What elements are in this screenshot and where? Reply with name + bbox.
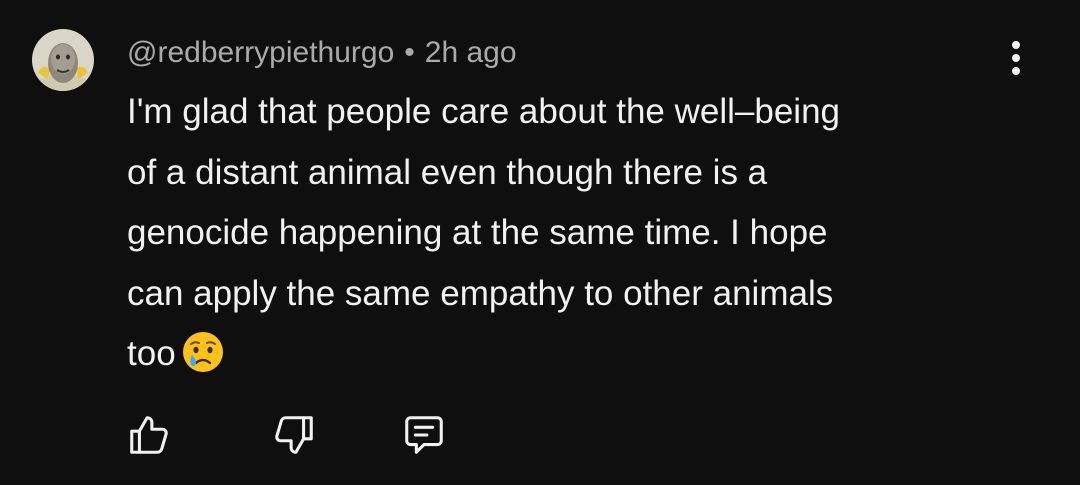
- timestamp: 2h ago: [424, 36, 517, 69]
- more-options-button[interactable]: [1001, 40, 1031, 78]
- comment-line: too: [127, 324, 1027, 385]
- comment-line-text: too: [127, 334, 176, 373]
- more-vertical-icon: [1012, 41, 1020, 75]
- avatar-image: [32, 29, 94, 91]
- thumbs-down-icon: [275, 416, 313, 454]
- thumbs-up-icon: [130, 416, 168, 454]
- comment-line: can apply the same empathy to other anim…: [127, 273, 834, 313]
- crying-face-emoji: [182, 332, 223, 372]
- comment-meta: @redberrypiethurgo • 2h ago: [127, 33, 517, 73]
- comment-icon: [405, 416, 443, 454]
- comment-text: I'm glad that people care about the well…: [127, 82, 1027, 385]
- comment-line: of a distant animal even though there is…: [127, 152, 768, 192]
- like-button[interactable]: [126, 412, 172, 458]
- comment-line: genocide happening at the same time. I h…: [127, 213, 828, 252]
- meta-separator: •: [404, 36, 415, 69]
- avatar[interactable]: [32, 29, 94, 91]
- reply-button[interactable]: [401, 412, 447, 458]
- author-handle[interactable]: @redberrypiethurgo: [127, 36, 394, 70]
- dislike-button[interactable]: [271, 412, 317, 458]
- comment-line: I'm glad that people care about the well…: [127, 92, 841, 131]
